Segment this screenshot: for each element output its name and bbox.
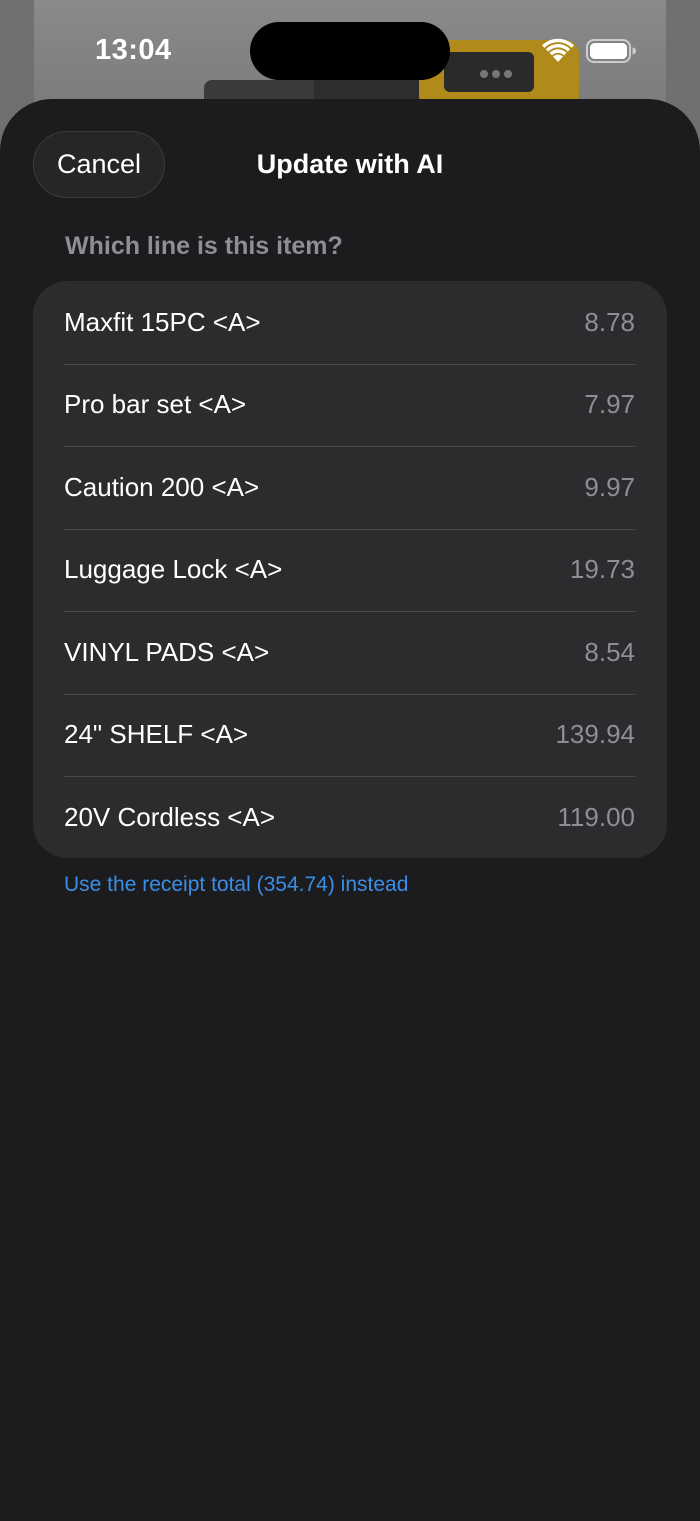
wifi-icon	[542, 38, 574, 62]
battery-icon	[586, 39, 636, 63]
line-item-price: 139.94	[555, 719, 635, 750]
line-item-name: 24" SHELF <A>	[64, 719, 249, 750]
line-item-name: Luggage Lock <A>	[64, 554, 283, 585]
status-time: 13:04	[95, 34, 172, 66]
line-item-name: Caution 200 <A>	[64, 471, 260, 502]
line-item-price: 8.54	[584, 636, 635, 667]
line-item-name: Maxfit 15PC <A>	[64, 306, 261, 337]
line-item-price: 9.97	[584, 471, 635, 502]
section-header: Which line is this item?	[65, 232, 343, 260]
line-item[interactable]: VINYL PADS <A> 8.54	[33, 611, 667, 694]
screen: 13:04 Cancel Update with AI Which line i…	[0, 0, 700, 1521]
line-item-name: VINYL PADS <A>	[64, 636, 270, 667]
line-items-list: Maxfit 15PC <A> 8.78 Pro bar set <A> 7.9…	[33, 281, 667, 858]
line-item-price: 8.78	[584, 306, 635, 337]
use-receipt-total-link[interactable]: Use the receipt total (354.74) instead	[64, 873, 408, 897]
line-item[interactable]: Luggage Lock <A> 19.73	[33, 528, 667, 612]
update-with-ai-sheet: Cancel Update with AI Which line is this…	[0, 99, 700, 1521]
line-item-price: 7.97	[584, 389, 635, 420]
line-item-name: 20V Cordless <A>	[64, 801, 276, 832]
line-item[interactable]: Maxfit 15PC <A> 8.78	[33, 281, 667, 364]
line-item[interactable]: Pro bar set <A> 7.97	[33, 363, 667, 447]
line-item-price: 19.73	[569, 554, 635, 585]
line-item[interactable]: 20V Cordless <A> 119.00	[33, 776, 667, 858]
line-item-price: 119.00	[557, 801, 635, 832]
dynamic-island	[250, 22, 450, 80]
line-item[interactable]: Caution 200 <A> 9.97	[33, 446, 667, 529]
line-item-name: Pro bar set <A>	[64, 389, 247, 420]
line-item[interactable]: 24" SHELF <A> 139.94	[33, 693, 667, 777]
sheet-title: Update with AI	[256, 149, 444, 179]
